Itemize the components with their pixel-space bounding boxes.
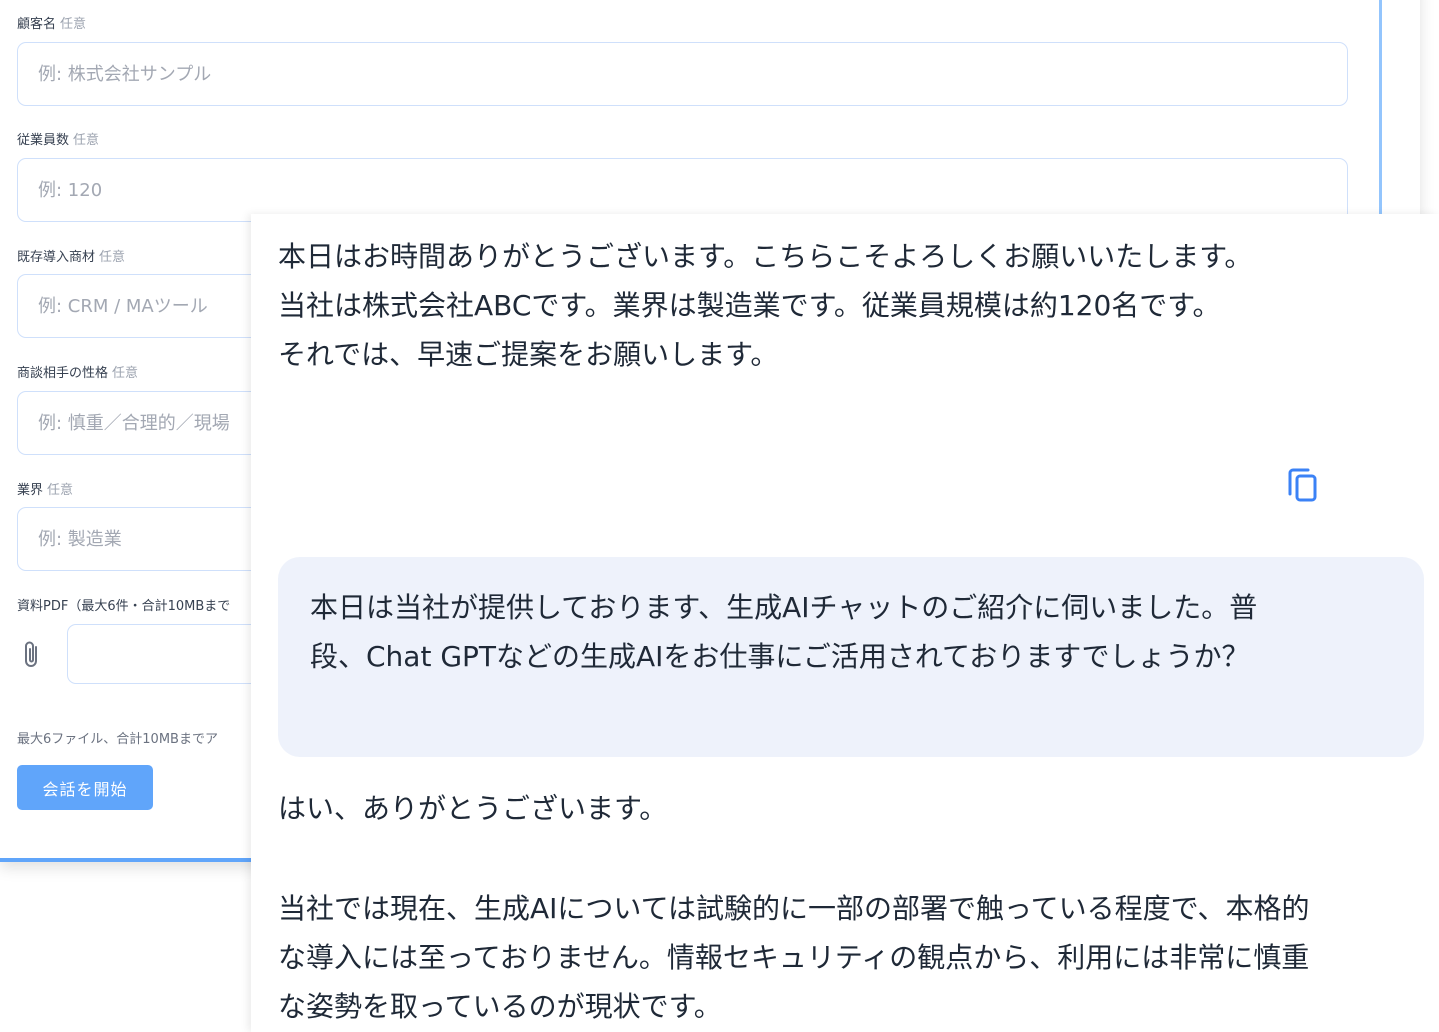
message-line: 当社では現在、生成AIについては試験的に一部の部署で触っている程度で、本格的 xyxy=(278,892,1310,925)
chat-message-user: はい、ありがとうございます。 当社では現在、生成AIについては試験的に一部の部署… xyxy=(278,784,1310,1031)
message-line: はい、ありがとうございます。 xyxy=(278,792,668,825)
optional-tag: 任意 xyxy=(60,17,87,32)
optional-tag: 任意 xyxy=(47,483,74,498)
upload-limit-note: 最大6ファイル、合計10MBまでア xyxy=(17,732,218,747)
chat-message-assistant: 本日は当社が提供しております、生成AIチャットのご紹介に伺いました。普 段、Ch… xyxy=(278,557,1424,757)
message-line: な導入には至っておりません。情報セキュリティの観点から、利用には非常に慎重 xyxy=(278,941,1310,974)
paperclip-icon[interactable] xyxy=(20,640,44,670)
employee-count-label-text: 従業員数 xyxy=(17,133,70,148)
message-line: 本日は当社が提供しております、生成AIチャットのご紹介に伺いました。普 xyxy=(310,591,1258,624)
employee-count-input[interactable] xyxy=(17,158,1348,222)
existing-products-label-text: 既存導入商材 xyxy=(17,250,96,265)
start-conversation-button[interactable]: 会話を開始 xyxy=(17,765,153,810)
industry-label-text: 業界 xyxy=(17,483,44,498)
employee-count-label: 従業員数 任意 xyxy=(17,129,99,148)
app-window: 顧客名任意 従業員数任意 既存導入商材任意 商談相手の性格任意 業界任意 資料P… xyxy=(0,0,1439,1032)
message-line: な姿勢を取っているのが現状です。 xyxy=(278,990,722,1023)
counterpart-personality-label: 商談相手の性格 任意 xyxy=(17,362,138,381)
chat-message-user: 本日はお時間ありがとうございます。こちらこそよろしくお願いいたします。 当社は株… xyxy=(278,232,1252,379)
pdf-upload-label: 資料PDF（最大6件・合計10MBまで xyxy=(17,599,231,614)
optional-tag: 任意 xyxy=(112,366,139,381)
optional-tag: 任意 xyxy=(73,133,100,148)
counterpart-personality-label-text: 商談相手の性格 xyxy=(17,366,109,381)
customer-name-label-text: 顧客名 xyxy=(17,17,57,32)
message-line: 本日はお時間ありがとうございます。こちらこそよろしくお願いいたします。 xyxy=(278,240,1253,273)
existing-products-label: 既存導入商材 任意 xyxy=(17,246,125,265)
customer-name-label: 顧客名 任意 xyxy=(17,13,86,32)
message-line: 当社は株式会社ABCです。業界は製造業です。従業員規模は約120名です。 xyxy=(278,289,1221,322)
customer-name-input[interactable] xyxy=(17,42,1348,106)
optional-tag: 任意 xyxy=(99,250,126,265)
industry-label: 業界 任意 xyxy=(17,479,73,498)
message-line: それでは、早速ご提案をお願いします。 xyxy=(278,338,779,371)
panel-scroll-rail xyxy=(1379,0,1382,230)
copy-icon[interactable] xyxy=(1285,466,1323,506)
message-line: 段、Chat GPTなどの生成AIをお仕事にご活用されておりますでしょうか？ xyxy=(310,640,1250,673)
chat-panel: 本日はお時間ありがとうございます。こちらこそよろしくお願いいたします。 当社は株… xyxy=(251,214,1439,1032)
